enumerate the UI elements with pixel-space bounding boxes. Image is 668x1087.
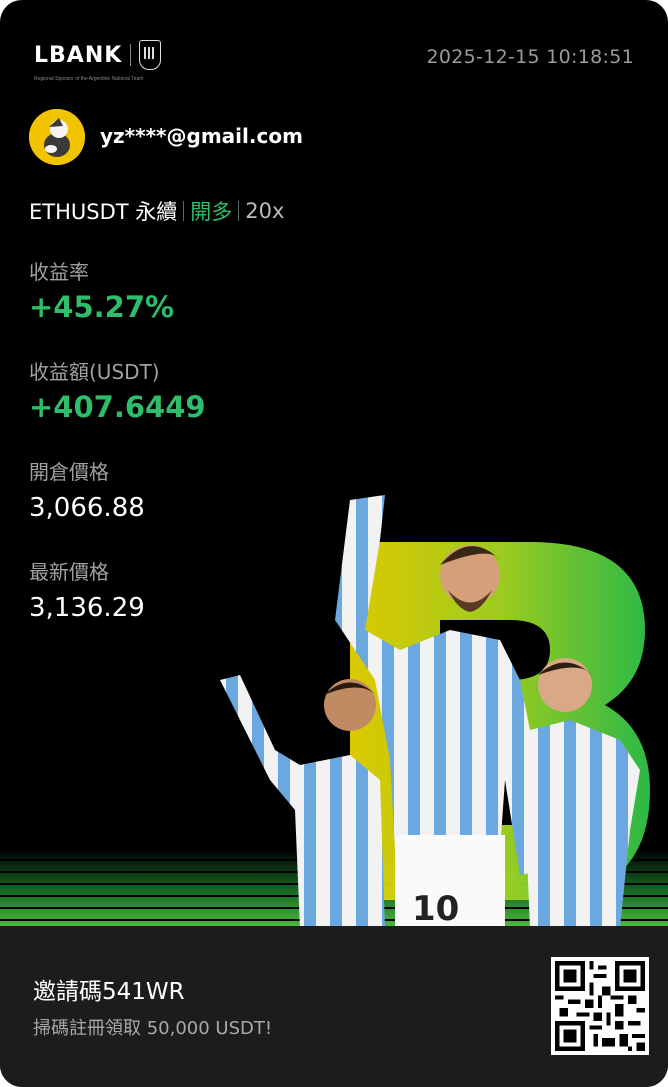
avatar (29, 109, 85, 165)
duck-avatar-icon (29, 109, 85, 165)
entry-price-value: 3,066.88 (29, 493, 145, 523)
football-players-image: 10 (220, 495, 650, 928)
logo-wordmark: LBANK (34, 42, 123, 68)
logo-tagline: Regional Sponsor of the Argentine Nation… (34, 76, 144, 82)
promo-text: 掃碼註冊領取 50,000 USDT! (33, 1018, 273, 1039)
timestamp: 2025-12-15 10:18:51 (426, 46, 634, 68)
jersey-number: 10 (412, 889, 459, 928)
share-card: LBANK Regional Sponsor of the Argentine … (0, 0, 668, 1087)
pnl-label: 收益額(USDT) (29, 360, 160, 384)
pnl-value: +407.6449 (29, 390, 206, 424)
lbank-logo: LBANK (34, 40, 162, 70)
last-price-label: 最新價格 (29, 560, 109, 584)
qr-code-icon[interactable] (551, 957, 649, 1055)
roi-label: 收益率 (29, 260, 89, 284)
user-email: yz****@gmail.com (100, 124, 303, 148)
leverage: 20x (245, 199, 285, 223)
position-side: 開多 (190, 200, 233, 224)
trading-pair: ETHUSDT 永續 (29, 200, 178, 224)
invite-code: 邀請碼541WR (33, 979, 185, 1005)
position-info: ETHUSDT 永續 開多 20x (29, 196, 284, 226)
entry-price-label: 開倉價格 (29, 460, 109, 484)
roi-value: +45.27% (29, 290, 175, 324)
afa-crest-icon (139, 40, 162, 70)
last-price-value: 3,136.29 (29, 593, 145, 623)
divider (183, 201, 185, 221)
divider (238, 201, 240, 221)
logo-divider (130, 44, 132, 66)
